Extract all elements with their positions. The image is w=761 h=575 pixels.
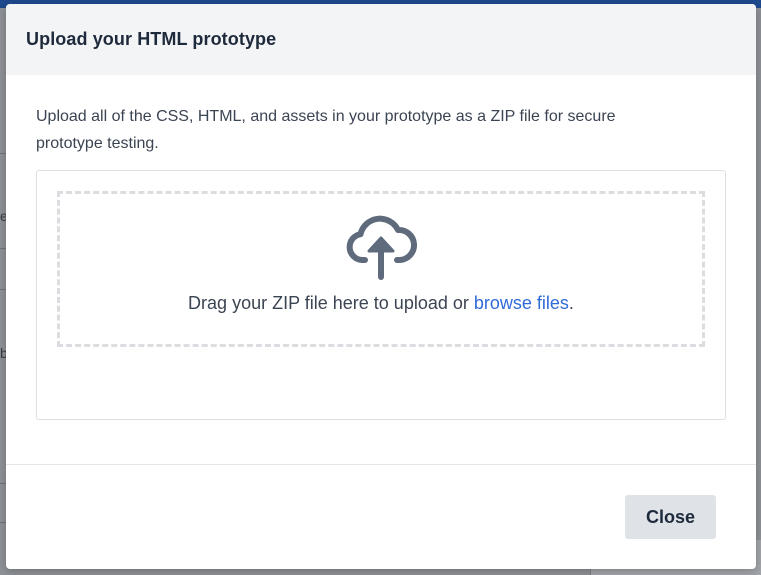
dropzone-instructions: Drag your ZIP file here to upload or bro… xyxy=(188,293,574,314)
upload-card: Drag your ZIP file here to upload or bro… xyxy=(36,170,726,420)
cloud-upload-icon xyxy=(345,214,418,287)
modal-header: Upload your HTML prototype xyxy=(6,4,756,75)
dropzone-text: Drag your ZIP file here to upload or xyxy=(188,293,474,313)
modal-title: Upload your HTML prototype xyxy=(26,29,277,49)
file-dropzone[interactable]: Drag your ZIP file here to upload or bro… xyxy=(57,191,705,347)
browse-files-link[interactable]: browse files xyxy=(474,293,569,313)
upload-modal: Upload your HTML prototype Upload all of… xyxy=(6,4,756,569)
modal-description: Upload all of the CSS, HTML, and assets … xyxy=(36,108,616,152)
modal-body: Upload all of the CSS, HTML, and assets … xyxy=(6,75,756,420)
modal-footer: Close xyxy=(6,464,756,569)
close-button[interactable]: Close xyxy=(625,495,716,539)
dropzone-text-end: . xyxy=(568,293,574,313)
